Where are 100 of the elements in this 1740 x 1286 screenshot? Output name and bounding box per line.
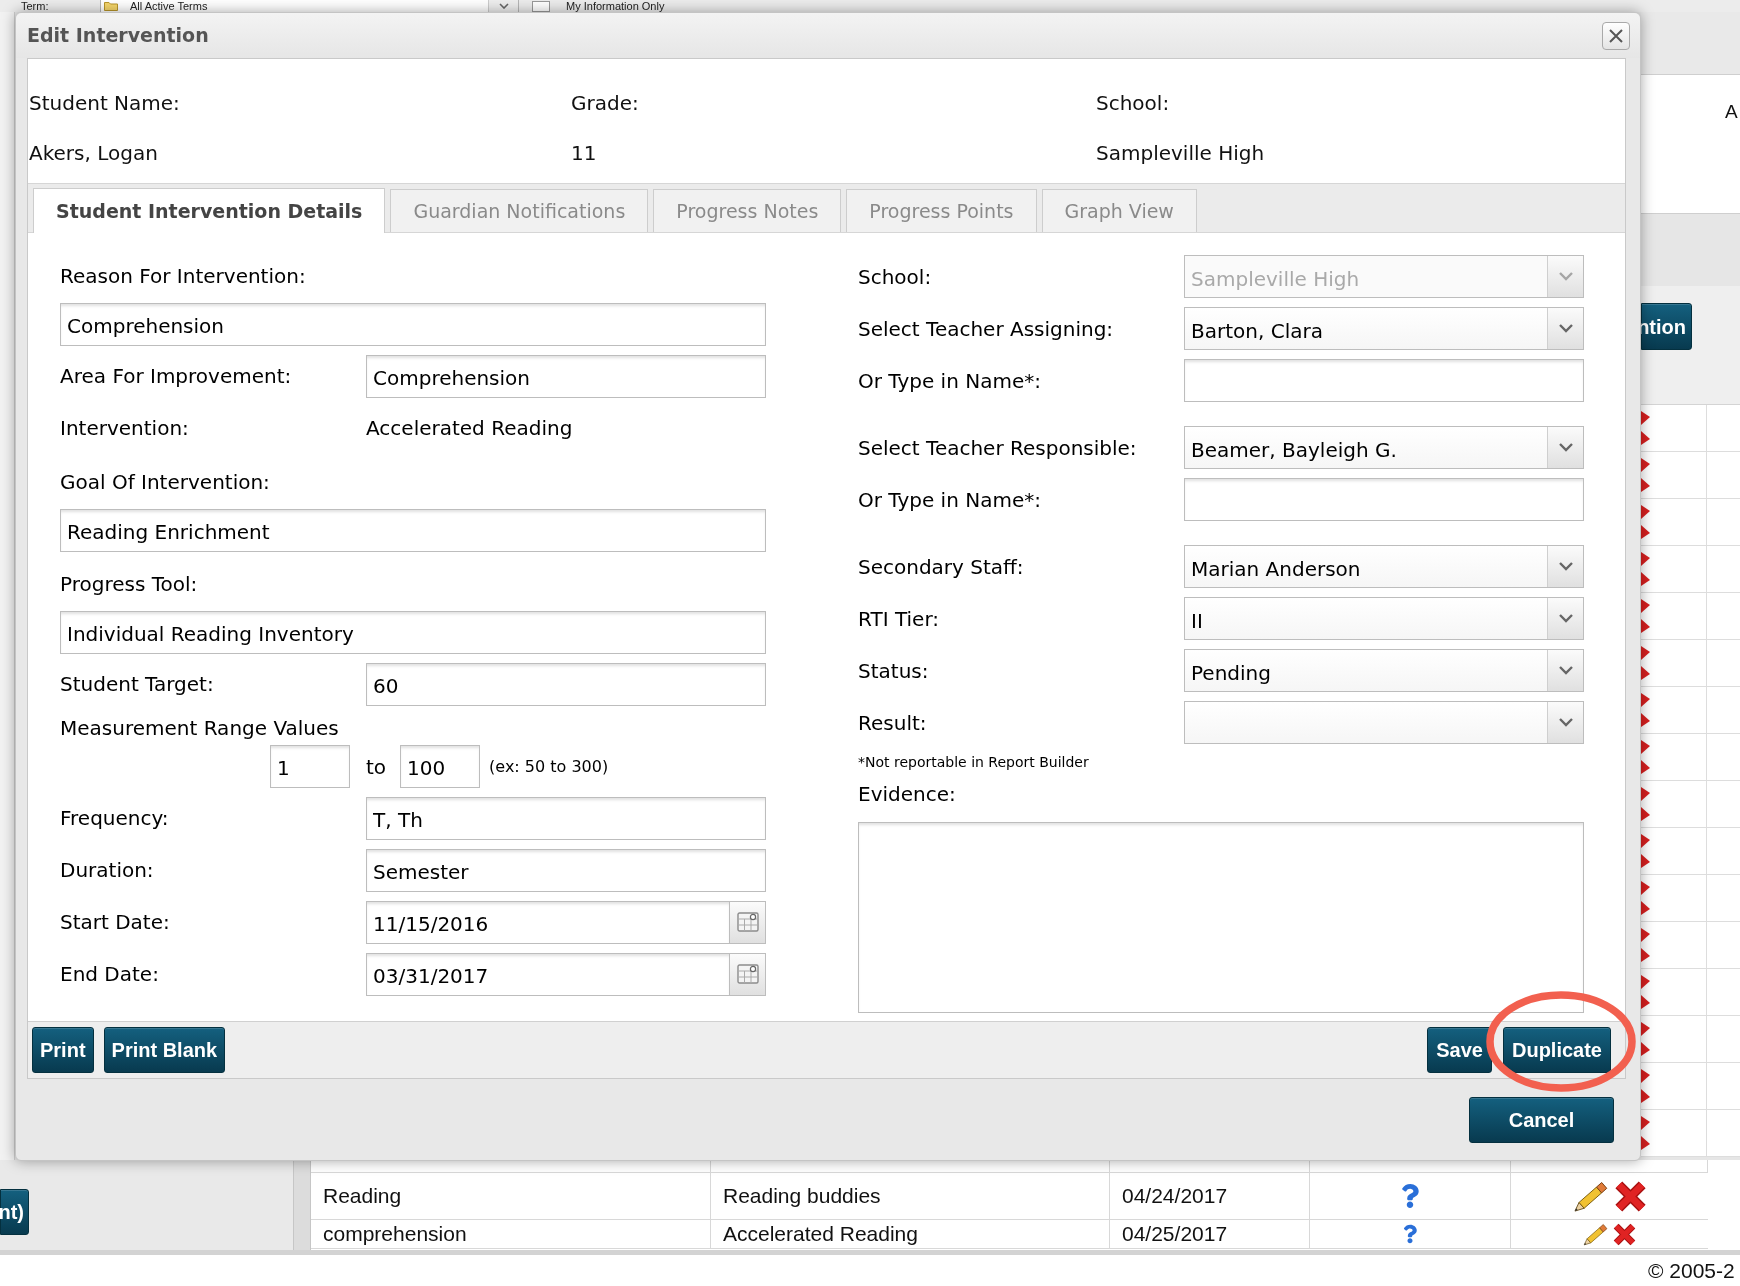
- chevron-down-icon: [1547, 308, 1583, 349]
- info-value: 11: [571, 140, 597, 167]
- copyright-text: © 2005-2: [1648, 1258, 1735, 1283]
- calendar-icon: [736, 912, 759, 932]
- field-label: School:: [858, 264, 932, 289]
- field-label: Progress Tool:: [60, 571, 198, 598]
- text-input[interactable]: Comprehension: [60, 303, 766, 346]
- field-label: Or Type in Name*:: [858, 368, 1041, 393]
- field-label: Student Target:: [60, 672, 214, 696]
- pencil-icon[interactable]: [1582, 1221, 1610, 1247]
- triangle-icon: [1641, 693, 1650, 727]
- table-cell: 04/24/2017: [1122, 1184, 1228, 1208]
- select-field[interactable]: [1184, 701, 1584, 744]
- select-field[interactable]: II: [1184, 597, 1584, 640]
- chevron-down-icon: [1547, 546, 1583, 587]
- text-input[interactable]: [1184, 478, 1584, 521]
- help-icon[interactable]: [1403, 1223, 1417, 1245]
- select-field[interactable]: Beamer, Bayleigh G.: [1184, 426, 1584, 469]
- field-label: Select Teacher Assigning:: [858, 316, 1114, 341]
- field-label: Duration:: [60, 858, 154, 882]
- chevron-down-icon: [1547, 256, 1583, 297]
- info-label: Student Name:: [29, 90, 180, 117]
- close-button[interactable]: [1602, 21, 1630, 50]
- field-label: Start Date:: [60, 910, 170, 934]
- field-label: Area For Improvement:: [60, 364, 292, 388]
- heading-text: A: [1725, 101, 1738, 123]
- chevron-down-icon: [1547, 598, 1583, 639]
- field-label: Status:: [858, 658, 929, 683]
- field-label: Select Teacher Responsible:: [858, 435, 1137, 460]
- field-label: RTI Tier:: [858, 606, 939, 631]
- info-value: Akers, Logan: [29, 140, 158, 167]
- action-button[interactable]: nt): [0, 1189, 29, 1235]
- select-field[interactable]: Barton, Clara: [1184, 307, 1584, 350]
- select-field[interactable]: Pending: [1184, 649, 1584, 692]
- checkbox[interactable]: [532, 0, 550, 12]
- field-value: Accelerated Reading: [366, 415, 573, 442]
- table-cell: Accelerated Reading: [723, 1222, 918, 1246]
- field-label: Result:: [858, 710, 927, 735]
- triangle-icon: [1641, 975, 1650, 1009]
- dialog-button[interactable]: Print: [32, 1027, 94, 1073]
- triangle-icon: [1641, 458, 1650, 492]
- range-to-input[interactable]: 100: [400, 745, 481, 788]
- chevron-down-icon: [1547, 702, 1583, 743]
- triangle-icon: [1641, 646, 1650, 680]
- calendar-button[interactable]: [730, 900, 766, 944]
- date-input[interactable]: 03/31/2017: [366, 952, 730, 996]
- triangle-icon: [1641, 1069, 1650, 1103]
- calendar-button[interactable]: [730, 952, 766, 996]
- info-label: Grade:: [571, 90, 639, 117]
- triangle-icon: [1641, 834, 1650, 868]
- triangle-icon: [1641, 928, 1650, 962]
- close-icon: [1609, 28, 1623, 43]
- text-input[interactable]: T, Th: [366, 796, 766, 840]
- field-label: Goal Of Intervention:: [60, 469, 270, 496]
- field-label: Reason For Intervention:: [60, 263, 306, 290]
- chevron-down-icon: [1547, 650, 1583, 691]
- dialog-title: Edit Intervention: [27, 23, 209, 49]
- table-cell: Reading: [323, 1184, 402, 1208]
- help-icon[interactable]: [1401, 1182, 1419, 1210]
- text-input[interactable]: Comprehension: [366, 354, 766, 398]
- triangle-icon: [1641, 552, 1650, 586]
- text-input[interactable]: Reading Enrichment: [60, 509, 766, 552]
- dialog-button[interactable]: Save: [1427, 1027, 1492, 1073]
- note-text: *Not reportable in Report Builder: [858, 752, 1089, 772]
- field-label: Or Type in Name*:: [858, 487, 1041, 512]
- info-value: Sampleville High: [1096, 140, 1265, 167]
- text-input[interactable]: Semester: [366, 848, 766, 892]
- triangle-icon: [1641, 505, 1650, 539]
- triangle-icon: [1641, 411, 1650, 445]
- field-label: Intervention:: [60, 416, 189, 440]
- term-select[interactable]: All Active Terms: [100, 0, 519, 12]
- field-label: Evidence:: [858, 781, 956, 808]
- field-label: Frequency:: [60, 806, 169, 830]
- select-field[interactable]: Marian Anderson: [1184, 545, 1584, 588]
- evidence-field[interactable]: [858, 822, 1584, 1013]
- text-input[interactable]: 60: [366, 662, 766, 706]
- triangle-icon: [1641, 740, 1650, 774]
- dialog-button[interactable]: Duplicate: [1502, 1027, 1611, 1073]
- cross-icon[interactable]: [1612, 1221, 1637, 1247]
- hint-text: (ex: 50 to 300): [489, 755, 609, 778]
- range-from-input[interactable]: 1: [270, 745, 350, 788]
- triangle-icon: [1641, 1022, 1650, 1056]
- triangle-icon: [1641, 599, 1650, 633]
- tab[interactable]: Student Intervention Details: [33, 188, 386, 233]
- table-cell: comprehension: [323, 1222, 467, 1246]
- triangle-icon: [1641, 787, 1650, 821]
- calendar-icon: [736, 964, 759, 984]
- checkbox-label: My Information Only: [566, 0, 665, 12]
- field-label: Secondary Staff:: [858, 554, 1024, 579]
- table-cell: Reading buddies: [723, 1184, 881, 1208]
- cancel-button[interactable]: Cancel: [1469, 1097, 1614, 1143]
- triangle-icon: [1641, 881, 1650, 915]
- date-input[interactable]: 11/15/2016: [366, 900, 730, 944]
- field-label: End Date:: [60, 962, 159, 986]
- field-label: Measurement Range Values: [60, 715, 339, 742]
- range-separator: to: [366, 753, 387, 781]
- chevron-down-icon: [1547, 427, 1583, 468]
- dialog-button[interactable]: Print Blank: [103, 1027, 226, 1073]
- text-input[interactable]: Individual Reading Inventory: [60, 611, 766, 654]
- text-input[interactable]: [1184, 359, 1584, 402]
